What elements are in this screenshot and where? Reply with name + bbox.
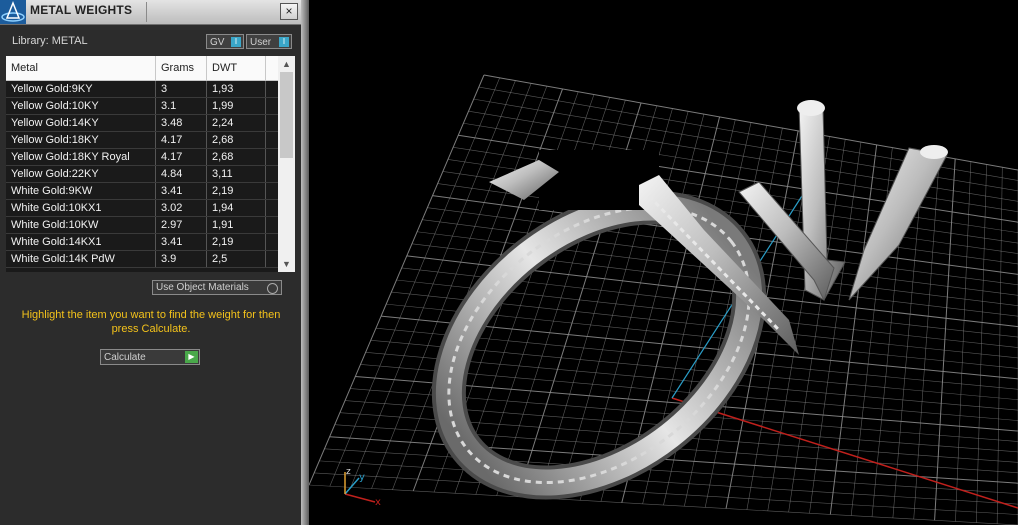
use-object-materials-option[interactable]: Use Object Materials bbox=[152, 280, 282, 295]
cell-grams: 4.17 bbox=[156, 132, 207, 148]
cell-dwt: 2,19 bbox=[207, 183, 266, 199]
cell-grams: 2.97 bbox=[156, 217, 207, 233]
cell-grams: 3.9 bbox=[156, 251, 207, 267]
cell-dwt: 2,68 bbox=[207, 149, 266, 165]
cell-grams: 4.84 bbox=[156, 166, 207, 182]
table-row[interactable]: Yellow Gold:18KY 4.17 2,68 bbox=[6, 132, 278, 149]
cell-grams: 3 bbox=[156, 81, 207, 97]
cell-metal: White Gold:10KX1 bbox=[6, 200, 156, 216]
cell-grams: 3.02 bbox=[156, 200, 207, 216]
table-row[interactable]: Yellow Gold:14KY 3.48 2,24 bbox=[6, 115, 278, 132]
toggle-knob-icon: I bbox=[279, 37, 289, 47]
panel-splitter[interactable] bbox=[301, 0, 309, 525]
toggle-knob-icon: I bbox=[231, 37, 241, 47]
cell-grams: 4.17 bbox=[156, 149, 207, 165]
cell-metal: Yellow Gold:18KY Royal bbox=[6, 149, 156, 165]
table-row[interactable]: Yellow Gold:9KY 3 1,93 bbox=[6, 81, 278, 98]
table-scrollbar[interactable]: ▲ ▼ bbox=[278, 56, 295, 272]
column-header-dwt[interactable]: DWT bbox=[207, 56, 266, 80]
column-header-grams[interactable]: Grams bbox=[156, 56, 207, 80]
title-divider bbox=[146, 2, 147, 22]
cell-metal: White Gold:10KW bbox=[6, 217, 156, 233]
cell-metal: White Gold:14KX1 bbox=[6, 234, 156, 250]
gv-toggle-label: GV bbox=[210, 37, 225, 48]
table-row[interactable]: Yellow Gold:18KY Royal 4.17 2,68 bbox=[6, 149, 278, 166]
cell-grams: 3.41 bbox=[156, 234, 207, 250]
title-bar[interactable]: METAL WEIGHTS × bbox=[0, 0, 301, 25]
scroll-thumb[interactable] bbox=[280, 72, 293, 158]
radio-icon[interactable] bbox=[267, 283, 278, 294]
3d-viewport[interactable]: x y z bbox=[309, 0, 1018, 525]
cell-metal: Yellow Gold:9KY bbox=[6, 81, 156, 97]
axis-gizmo: x y z bbox=[344, 467, 381, 508]
cell-metal: White Gold:9KW bbox=[6, 183, 156, 199]
cell-dwt: 2,19 bbox=[207, 234, 266, 250]
column-header-metal[interactable]: Metal bbox=[6, 56, 156, 80]
table-row[interactable]: Yellow Gold:10KY 3.1 1,99 bbox=[6, 98, 278, 115]
cell-dwt: 2,68 bbox=[207, 132, 266, 148]
metal-weights-panel: METAL WEIGHTS × Library: METAL GV I User… bbox=[0, 0, 301, 525]
z-axis-label: z bbox=[346, 467, 351, 477]
table-row[interactable]: White Gold:14KX1 3.41 2,19 bbox=[6, 234, 278, 251]
app-logo-icon bbox=[0, 0, 26, 24]
cell-dwt: 2,5 bbox=[207, 251, 266, 267]
scroll-down-icon[interactable]: ▼ bbox=[278, 256, 295, 272]
cell-dwt: 1,93 bbox=[207, 81, 266, 97]
cell-metal: Yellow Gold:10KY bbox=[6, 98, 156, 114]
table-row[interactable]: Yellow Gold:22KY 4.84 3,11 bbox=[6, 166, 278, 183]
panel-title: METAL WEIGHTS bbox=[30, 3, 133, 17]
close-button[interactable]: × bbox=[280, 3, 298, 20]
y-axis-label: y bbox=[359, 472, 365, 483]
cell-metal: White Gold:14K PdW bbox=[6, 251, 156, 267]
library-label: Library: METAL bbox=[12, 35, 88, 47]
instructions-text: Highlight the item you want to find the … bbox=[21, 309, 281, 335]
cell-dwt: 1,99 bbox=[207, 98, 266, 114]
scroll-up-icon[interactable]: ▲ bbox=[278, 56, 295, 72]
user-toggle[interactable]: User I bbox=[246, 34, 292, 49]
table-header: Metal Grams DWT bbox=[6, 56, 278, 81]
x-axis-line bbox=[671, 397, 1018, 509]
cell-metal: Yellow Gold:22KY bbox=[6, 166, 156, 182]
table-row[interactable]: White Gold:14K PdW 3.9 2,5 bbox=[6, 251, 278, 268]
cell-dwt: 1,94 bbox=[207, 200, 266, 216]
cell-grams: 3.41 bbox=[156, 183, 207, 199]
user-toggle-label: User bbox=[250, 37, 272, 48]
metal-table: Metal Grams DWT Yellow Gold:9KY 3 1,93 Yell… bbox=[6, 56, 295, 272]
calculate-button[interactable]: Calculate ▶ bbox=[100, 349, 200, 365]
viewport-scene: x y z bbox=[309, 74, 1018, 525]
gv-toggle[interactable]: GV I bbox=[206, 34, 244, 49]
cell-grams: 3.48 bbox=[156, 115, 207, 131]
cell-metal: Yellow Gold:18KY bbox=[6, 132, 156, 148]
table-body: Yellow Gold:9KY 3 1,93 Yellow Gold:10KY 3.1 1… bbox=[6, 81, 278, 268]
play-arrow-icon: ▶ bbox=[185, 351, 198, 363]
cell-dwt: 3,11 bbox=[207, 166, 266, 182]
use-object-materials-label: Use Object Materials bbox=[156, 282, 249, 293]
cell-dwt: 1,91 bbox=[207, 217, 266, 233]
x-axis-label: x bbox=[375, 497, 381, 508]
table-row[interactable]: White Gold:10KX1 3.02 1,94 bbox=[6, 200, 278, 217]
cell-metal: Yellow Gold:14KY bbox=[6, 115, 156, 131]
cell-grams: 3.1 bbox=[156, 98, 207, 114]
table-row[interactable]: White Gold:9KW 3.41 2,19 bbox=[6, 183, 278, 200]
table-row[interactable]: White Gold:10KW 2.97 1,91 bbox=[6, 217, 278, 234]
cell-dwt: 2,24 bbox=[207, 115, 266, 131]
calculate-label: Calculate bbox=[104, 352, 146, 363]
